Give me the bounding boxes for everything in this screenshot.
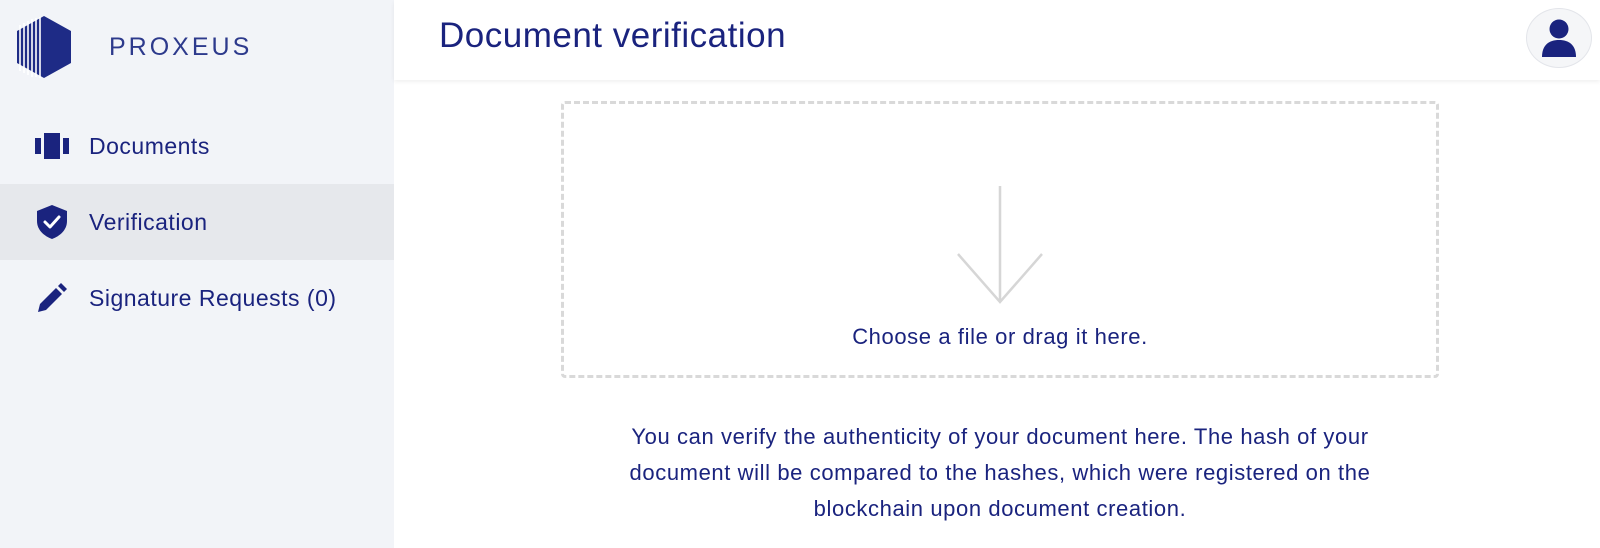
documents-icon xyxy=(35,129,69,163)
sidebar-item-label: Documents xyxy=(89,132,210,159)
user-icon xyxy=(1542,19,1576,57)
proxeus-logo-icon xyxy=(17,16,71,78)
file-dropzone[interactable]: Choose a file or drag it here. xyxy=(561,101,1439,378)
sidebar-item-label: Verification xyxy=(89,208,208,235)
arrow-down-icon xyxy=(957,186,1043,304)
dropzone-label: Choose a file or drag it here. xyxy=(852,324,1148,349)
logo[interactable]: PROXEUS xyxy=(15,15,252,79)
sidebar-nav: Documents Verification Signature Request… xyxy=(0,108,394,336)
user-avatar-button[interactable] xyxy=(1526,8,1592,68)
sidebar-item-documents[interactable]: Documents xyxy=(0,108,394,184)
header: Document verification xyxy=(394,0,1600,80)
app-window: PROXEUS Documents Verification Signature… xyxy=(0,0,1600,548)
verification-description: You can verify the authenticity of your … xyxy=(629,424,1371,521)
sidebar-item-label: Signature Requests (0) xyxy=(89,284,337,311)
sidebar: PROXEUS Documents Verification Signature… xyxy=(0,0,394,548)
pen-icon xyxy=(35,281,69,315)
shield-check-icon xyxy=(35,205,69,239)
brand-name: PROXEUS xyxy=(109,32,253,61)
page-title: Document verification xyxy=(439,16,787,55)
sidebar-item-signature-requests[interactable]: Signature Requests (0) xyxy=(0,260,394,336)
sidebar-item-verification[interactable]: Verification xyxy=(0,184,394,260)
